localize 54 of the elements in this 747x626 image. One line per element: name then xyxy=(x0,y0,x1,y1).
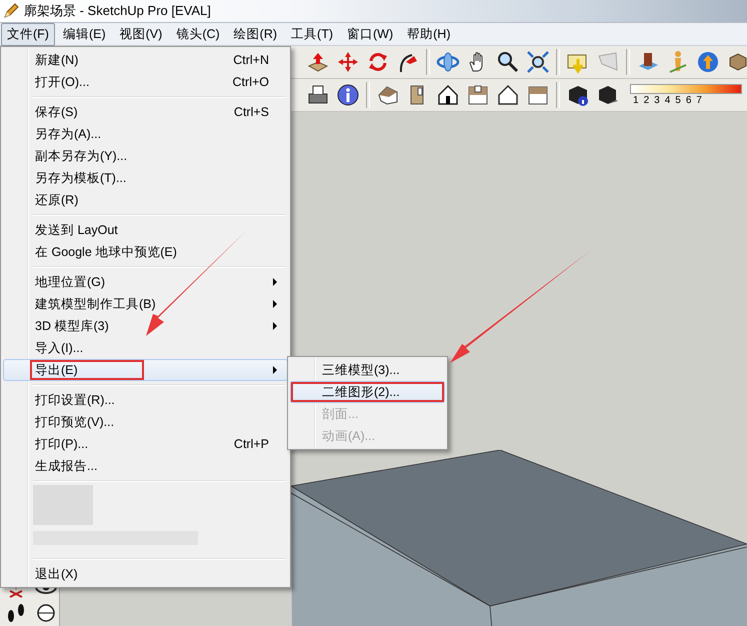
menu-item[interactable]: 3D 模型库(3) xyxy=(3,315,288,337)
menu-item[interactable]: 地理位置(G) xyxy=(3,271,288,293)
menu-item[interactable]: 发送到 LayOut xyxy=(3,219,288,241)
menu-bar-item[interactable]: 文件(F) xyxy=(1,22,55,46)
menu-bar-item[interactable]: 编辑(E) xyxy=(56,22,112,46)
menu-item[interactable]: 另存为(A)... xyxy=(3,123,288,145)
menu-bar-item[interactable]: 绘图(R) xyxy=(228,22,284,46)
info-icon[interactable] xyxy=(336,83,360,107)
menu-item[interactable]: 打印设置(R)... xyxy=(3,389,288,411)
scale-number: 3 xyxy=(654,95,660,106)
pencil-icon xyxy=(3,3,19,19)
menu-item[interactable]: 建筑模型制作工具(B) xyxy=(3,293,288,315)
scale-number: 7 xyxy=(696,95,702,106)
menu-item[interactable]: 三维模型(3)... xyxy=(290,359,445,381)
shadow-scale-bar[interactable] xyxy=(630,84,742,94)
model-info-icon[interactable] xyxy=(566,83,590,107)
top-view-icon[interactable] xyxy=(466,83,490,107)
menu-bar-item[interactable]: 镜头(C) xyxy=(170,22,226,46)
front-house-icon[interactable] xyxy=(436,83,460,107)
menu-bar-item[interactable]: 视图(V) xyxy=(114,22,168,46)
rotate-icon[interactable] xyxy=(366,50,390,74)
menu-item[interactable]: 另存为模板(T)... xyxy=(3,167,288,189)
scale-number: 1 xyxy=(633,95,639,106)
zoom-extents-icon[interactable] xyxy=(526,50,550,74)
globe-icon[interactable] xyxy=(696,50,720,74)
menu-item[interactable]: 导入(I)... xyxy=(3,337,288,359)
submenu-arrow-icon xyxy=(273,366,277,374)
menu-bar-item[interactable]: 帮助(H) xyxy=(401,22,456,46)
menu-item[interactable]: 在 Google 地球中预览(E) xyxy=(3,241,288,263)
orbit-icon[interactable] xyxy=(436,50,460,74)
menu-item[interactable]: 退出(X) xyxy=(3,563,288,585)
scale-number: 6 xyxy=(686,95,692,106)
menu-item[interactable]: 二维图形(2)... xyxy=(290,381,445,403)
menu-bar-item[interactable]: 工具(T) xyxy=(285,22,339,46)
shadow-box-icon[interactable] xyxy=(596,83,620,107)
scale-number: 4 xyxy=(664,95,670,106)
menu-item[interactable]: 还原(R) xyxy=(3,189,288,211)
submenu-arrow-icon xyxy=(273,322,277,330)
menu-bar-item[interactable]: 窗口(W) xyxy=(341,22,400,46)
zoom-icon[interactable] xyxy=(496,50,520,74)
window-title: 廓架场景 - SketchUp Pro [EVAL] xyxy=(24,2,211,20)
submenu-arrow-icon xyxy=(273,300,277,308)
scale-number: 5 xyxy=(675,95,681,106)
move-icon[interactable] xyxy=(336,50,360,74)
menu-item[interactable]: 副本另存为(Y)... xyxy=(3,145,288,167)
menu-item[interactable]: 打印预览(V)... xyxy=(3,411,288,433)
menu-item[interactable]: 打印(P)... Ctrl+P xyxy=(3,433,288,455)
house-outline-icon[interactable] xyxy=(496,83,520,107)
scale-number: 2 xyxy=(644,95,650,106)
menu-item[interactable]: 保存(S) Ctrl+S xyxy=(3,101,288,123)
submenu-arrow-icon xyxy=(273,278,277,286)
menu-item[interactable]: 打开(O)... Ctrl+O xyxy=(3,71,288,93)
menu-item[interactable]: 生成报告... xyxy=(3,455,288,477)
menu-item[interactable]: 导出(E) xyxy=(3,359,288,381)
